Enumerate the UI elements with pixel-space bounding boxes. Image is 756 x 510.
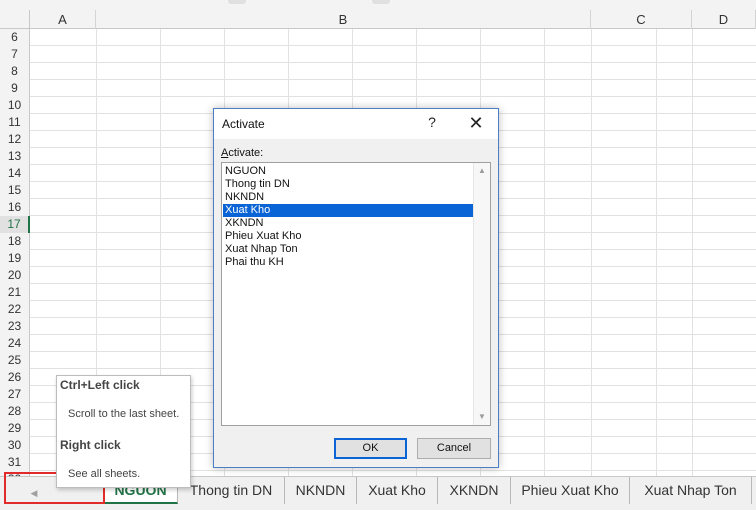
table-row[interactable]: 6 <box>0 29 756 46</box>
activate-list-label: Activate: <box>221 147 264 159</box>
close-icon[interactable]: ✕ <box>464 113 488 135</box>
ok-button[interactable]: OK <box>334 438 407 459</box>
row-header[interactable]: 8 <box>0 63 30 80</box>
tooltip-title-right-click: Right click <box>60 438 121 452</box>
row-header[interactable]: 9 <box>0 80 30 97</box>
list-item[interactable]: XKNDN <box>223 217 474 230</box>
row-header[interactable]: 28 <box>0 403 30 420</box>
row-header[interactable]: 6 <box>0 29 30 46</box>
row-header[interactable]: 29 <box>0 420 30 437</box>
column-header-b[interactable]: B <box>96 10 591 29</box>
sheet-tab-phieu-xuat-kho[interactable]: Phieu Xuat Kho <box>511 477 630 504</box>
list-item[interactable]: NKNDN <box>223 191 474 204</box>
list-item[interactable]: Xuat Nhap Ton <box>223 243 474 256</box>
sheet-tab-nkndn[interactable]: NKNDN <box>285 477 357 504</box>
row-header[interactable]: 15 <box>0 182 30 199</box>
list-item[interactable]: Thong tin DN <box>223 178 474 191</box>
row-header[interactable]: 21 <box>0 284 30 301</box>
row-header[interactable]: 10 <box>0 97 30 114</box>
listbox-scrollbar[interactable]: ▲ ▼ <box>473 163 490 425</box>
tooltip-title-ctrl-click: Ctrl+Left click <box>60 378 140 392</box>
row-header[interactable]: 18 <box>0 233 30 250</box>
ribbon-edge <box>0 0 756 10</box>
list-item[interactable]: Phieu Xuat Kho <box>223 230 474 243</box>
sheet-tab-xuat-nhap-ton[interactable]: Xuat Nhap Ton <box>630 477 752 504</box>
tooltip-text-right-click: See all sheets. <box>68 468 141 480</box>
cancel-button[interactable]: Cancel <box>417 438 491 459</box>
dialog-titlebar[interactable]: Activate ? ✕ <box>214 109 498 139</box>
activate-dialog: Activate ? ✕ Activate: NGUON Thong tin DN… <box>213 108 499 468</box>
row-header[interactable]: 23 <box>0 318 30 335</box>
column-header-row: A B C D <box>0 10 756 29</box>
row-header[interactable]: 16 <box>0 199 30 216</box>
row-header[interactable]: 11 <box>0 114 30 131</box>
row-header[interactable]: 25 <box>0 352 30 369</box>
triangle-left-icon[interactable]: ◀ <box>26 485 42 501</box>
column-header-a[interactable]: A <box>30 10 96 29</box>
row-header[interactable]: 31 <box>0 454 30 471</box>
list-item[interactable]: NGUON <box>223 165 474 178</box>
select-all-corner[interactable] <box>0 10 30 29</box>
tab-scroll-tooltip: Ctrl+Left click Scroll to the last sheet… <box>56 375 191 488</box>
dialog-title: Activate <box>222 117 265 131</box>
row-header[interactable]: 12 <box>0 131 30 148</box>
column-header-d[interactable]: D <box>692 10 756 29</box>
sheet-tab-xkndn[interactable]: XKNDN <box>438 477 511 504</box>
sheet-listbox[interactable]: NGUON Thong tin DN NKNDN Xuat Kho XKNDN Phieu… <box>221 162 491 426</box>
tooltip-text-ctrl-click: Scroll to the last sheet. <box>68 408 180 420</box>
list-item[interactable]: Xuat Kho <box>223 204 474 217</box>
row-header[interactable]: 14 <box>0 165 30 182</box>
chevron-up-icon[interactable]: ▲ <box>474 163 490 179</box>
sheet-tab-xuat-kho[interactable]: Xuat Kho <box>357 477 438 504</box>
row-header[interactable]: 26 <box>0 369 30 386</box>
row-header[interactable]: 22 <box>0 301 30 318</box>
row-header[interactable]: 13 <box>0 148 30 165</box>
row-header[interactable]: 30 <box>0 437 30 454</box>
row-header[interactable]: 20 <box>0 267 30 284</box>
list-item[interactable]: Phai thu KH <box>223 256 474 269</box>
chevron-down-icon[interactable]: ▼ <box>474 409 490 425</box>
table-row[interactable]: 9 <box>0 80 756 97</box>
row-header[interactable]: 19 <box>0 250 30 267</box>
row-header[interactable]: 7 <box>0 46 30 63</box>
table-row[interactable]: 7 <box>0 46 756 63</box>
sheet-tab-thong-tin-dn[interactable]: Thong tin DN <box>178 477 285 504</box>
help-icon[interactable]: ? <box>424 114 440 132</box>
table-row[interactable]: 8 <box>0 63 756 80</box>
row-header[interactable]: 17 <box>0 216 30 233</box>
row-header[interactable]: 27 <box>0 386 30 403</box>
row-header[interactable]: 24 <box>0 335 30 352</box>
column-header-c[interactable]: C <box>591 10 692 29</box>
